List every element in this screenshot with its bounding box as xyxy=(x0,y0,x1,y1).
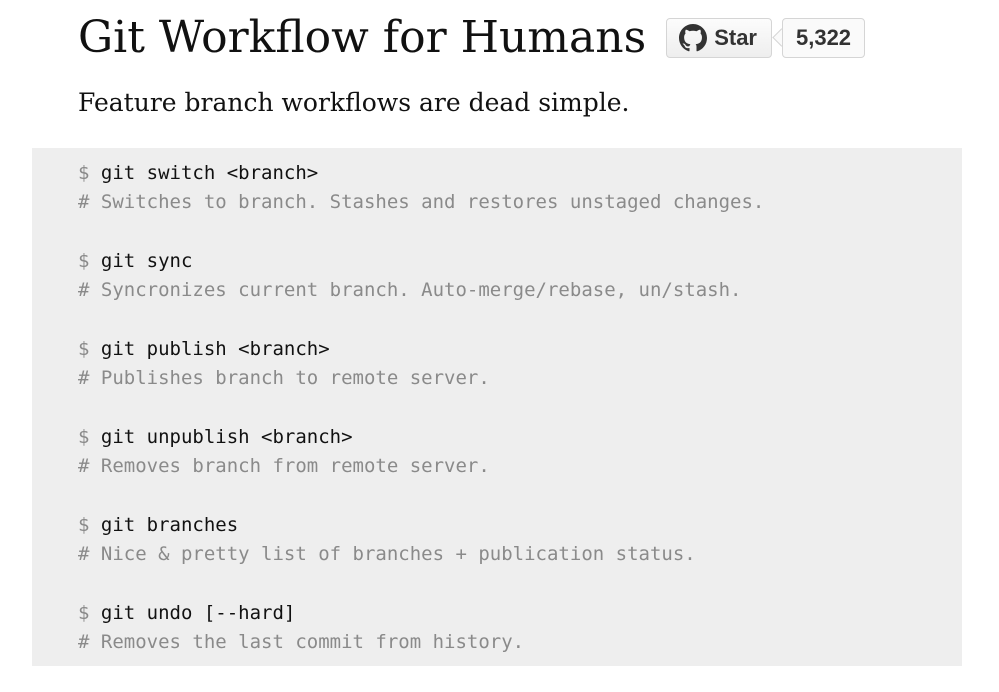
command-comment: # Syncronizes current branch. Auto-merge… xyxy=(78,279,742,301)
github-star-label: Star xyxy=(714,25,757,50)
command-line: $ git branches xyxy=(78,511,962,540)
command-item-unpublish: $ git unpublish <branch> # Removes branc… xyxy=(78,423,962,511)
github-star-count[interactable]: 5,322 xyxy=(781,18,866,58)
command-comment: # Removes branch from remote server. xyxy=(78,455,490,477)
command-text: git branches xyxy=(100,514,239,536)
command-line: $ git undo [--hard] xyxy=(78,599,962,628)
command-line: $ git publish <branch> xyxy=(78,335,962,364)
page-title: Git Workflow for Humans xyxy=(78,12,647,63)
page-header: Git Workflow for Humans Star 5,322 xyxy=(78,8,866,68)
command-item-branches: $ git branches # Nice & pretty list of b… xyxy=(78,511,962,599)
command-text: git publish <branch> xyxy=(100,338,330,360)
prompt-symbol: $ xyxy=(78,250,90,272)
github-star-count-wrap: 5,322 xyxy=(781,18,866,58)
command-text: git sync xyxy=(100,250,193,272)
command-list: $ git switch <branch> # Switches to bran… xyxy=(32,148,962,666)
prompt-symbol: $ xyxy=(78,338,90,360)
prompt-symbol: $ xyxy=(78,162,90,184)
command-line: $ git unpublish <branch> xyxy=(78,423,962,452)
command-item-undo: $ git undo [--hard] # Removes the last c… xyxy=(78,599,962,687)
prompt-symbol: $ xyxy=(78,426,90,448)
command-comment: # Nice & pretty list of branches + publi… xyxy=(78,543,696,565)
command-text: git unpublish <branch> xyxy=(100,426,353,448)
command-text: git undo [--hard] xyxy=(100,602,296,624)
tagline: Feature branch workflows are dead simple… xyxy=(78,88,630,117)
prompt-symbol: $ xyxy=(78,514,90,536)
github-star-widget: Star 5,322 xyxy=(666,18,866,58)
github-star-button[interactable]: Star xyxy=(666,18,772,58)
command-comment: # Removes the last commit from history. xyxy=(78,631,525,653)
command-item-publish: $ git publish <branch> # Publishes branc… xyxy=(78,335,962,423)
command-line: $ git sync xyxy=(78,247,962,276)
command-comment: # Publishes branch to remote server. xyxy=(78,367,490,389)
command-item-sync: $ git sync # Syncronizes current branch.… xyxy=(78,247,962,335)
command-item-switch: $ git switch <branch> # Switches to bran… xyxy=(78,159,962,247)
prompt-symbol: $ xyxy=(78,602,90,624)
github-octocat-icon xyxy=(679,24,708,52)
command-line: $ git switch <branch> xyxy=(78,159,962,188)
command-text: git switch <branch> xyxy=(100,162,319,184)
command-comment: # Switches to branch. Stashes and restor… xyxy=(78,191,765,213)
